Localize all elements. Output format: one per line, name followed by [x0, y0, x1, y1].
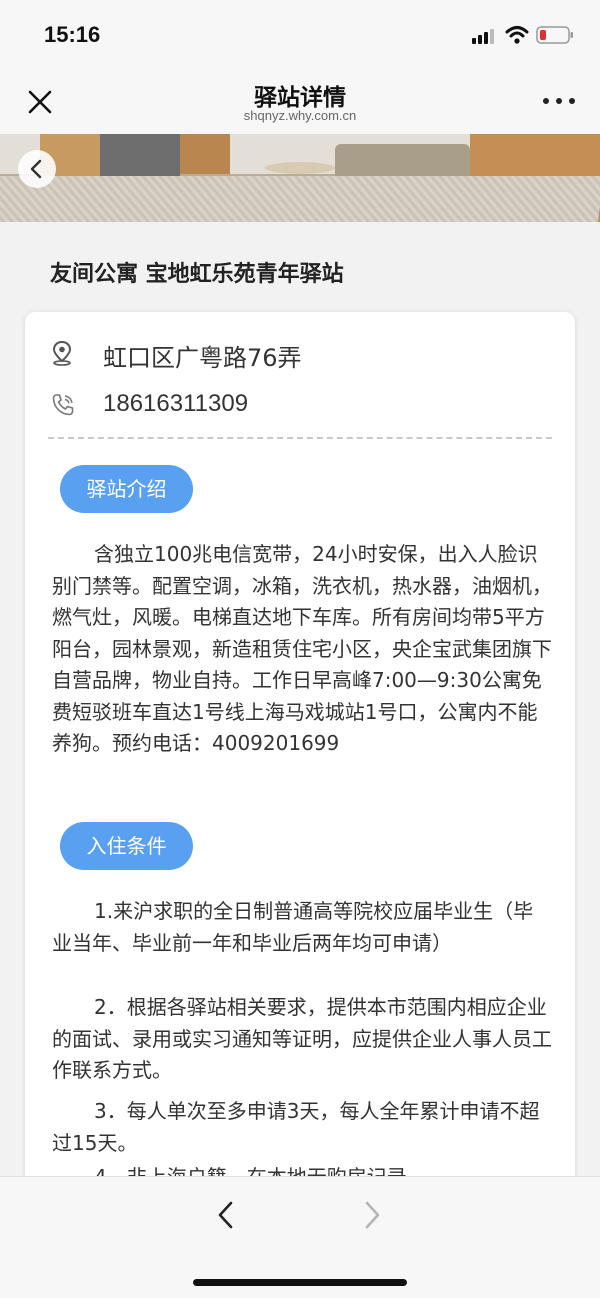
condition-item: 1.来沪求职的全日制普通高等院校应届毕业生（毕业当年、毕业前一年和毕业后两年均可…	[52, 899, 534, 955]
conditions-tag: 入住条件	[60, 822, 193, 870]
nav-forward-icon[interactable]	[358, 1197, 386, 1233]
phone-row[interactable]: 18616311309	[25, 386, 575, 422]
wifi-icon	[505, 26, 529, 44]
detail-card: 虹口区广粤路76弄 18616311309 驿站介绍 含独立100兆电信宽带，2…	[25, 312, 575, 1232]
back-circle-icon[interactable]	[18, 150, 56, 188]
intro-tag: 驿站介绍	[60, 465, 193, 513]
nav-subtitle: shqnyz.why.com.cn	[243, 108, 357, 123]
bottom-toolbar	[0, 1176, 600, 1298]
home-indicator	[193, 1279, 407, 1286]
phone-icon	[52, 394, 74, 416]
address-text: 虹口区广粤路76弄	[103, 344, 302, 372]
page-title: 友间公寓 宝地虹乐苑青年驿站	[50, 262, 344, 287]
condition-item: 2．根据各驿站相关要求，提供本市范围内相应企业的面试、录用或实习通知等证明，应提…	[52, 995, 552, 1082]
condition-item: 3．每人单次至多申请3天，每人全年累计申请不超过15天。	[52, 1099, 540, 1155]
banner-image	[0, 134, 600, 222]
signal-icon	[472, 28, 496, 44]
nav-back-icon[interactable]	[212, 1197, 240, 1233]
status-time: 15:16	[44, 22, 101, 47]
status-bar: 15:16	[0, 0, 600, 68]
dashed-divider	[48, 437, 552, 439]
address-row[interactable]: 虹口区广粤路76弄	[25, 334, 575, 372]
nav-title: 驿站详情	[254, 85, 346, 111]
nav-bar: 驿站详情 shqnyz.why.com.cn	[0, 68, 600, 134]
location-icon	[52, 340, 72, 366]
battery-icon	[536, 26, 573, 44]
more-icon[interactable]	[543, 98, 575, 106]
phone-text: 18616311309	[103, 390, 249, 417]
intro-text: 含独立100兆电信宽带，24小时安保，出入人脸识别门禁等。配置空调，冰箱，洗衣机…	[52, 542, 552, 755]
